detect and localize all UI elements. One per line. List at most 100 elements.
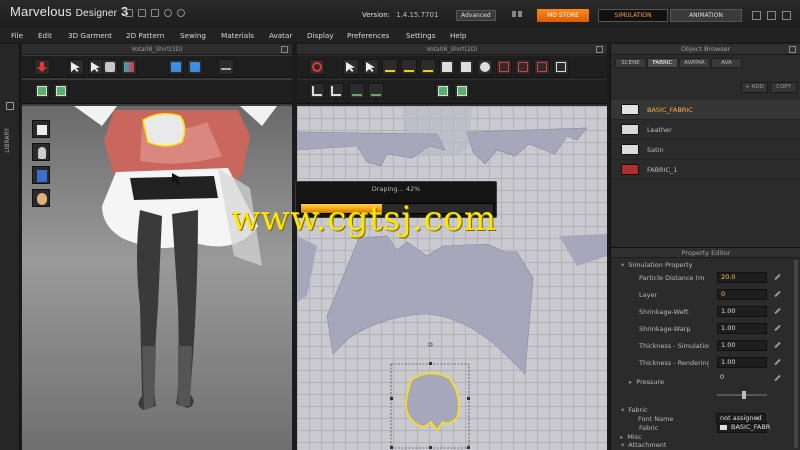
fabric-item-fabric-1[interactable]: FABRIC_1 xyxy=(611,160,800,180)
toolbar-3d-row2 xyxy=(22,80,292,104)
tab-fabric[interactable]: FABRIC xyxy=(647,58,678,68)
pressure-value[interactable]: 0 xyxy=(717,373,767,384)
fold-garment-icon[interactable] xyxy=(187,59,203,75)
pressure-slider-knob[interactable] xyxy=(742,391,747,399)
viewport-3d[interactable] xyxy=(22,106,292,450)
menu-edit[interactable]: Edit xyxy=(38,31,68,40)
section-misc[interactable]: Misc xyxy=(620,433,641,441)
pick-value-icon[interactable] xyxy=(773,290,780,298)
pin-icon[interactable] xyxy=(596,46,603,53)
section-attachment[interactable]: Attachment xyxy=(621,441,666,449)
pick-value-icon[interactable] xyxy=(773,341,780,349)
menu-materials[interactable]: Materials xyxy=(221,31,269,40)
menu-preferences[interactable]: Preferences xyxy=(347,31,406,40)
edit-curvature-icon[interactable] xyxy=(382,59,398,75)
polygon-icon[interactable] xyxy=(439,59,455,75)
close-icon[interactable] xyxy=(782,11,791,20)
rectangle-icon[interactable] xyxy=(458,59,474,75)
select-move-icon[interactable] xyxy=(68,59,84,75)
mirror-pattern-icon[interactable] xyxy=(328,83,344,99)
tab-avatar-2[interactable]: AVA xyxy=(711,58,742,68)
copy-fabric-button[interactable]: COPY xyxy=(770,82,797,93)
undo-icon[interactable] xyxy=(164,9,172,17)
notch-icon[interactable] xyxy=(349,83,365,99)
show-pattern-icon[interactable] xyxy=(435,83,451,99)
viewport-2d[interactable] xyxy=(297,106,607,450)
pick-value-icon[interactable] xyxy=(773,358,780,366)
open-folder-icon[interactable] xyxy=(138,9,146,17)
chevron-down-icon[interactable]: ▾ xyxy=(756,415,759,422)
library-icon[interactable] xyxy=(6,102,14,110)
simulation-mode-button[interactable]: SIMULATION xyxy=(598,9,668,22)
fabric-item-satin[interactable]: Satin xyxy=(611,140,800,160)
free-sewing-icon[interactable] xyxy=(534,59,550,75)
section-simulation-property[interactable]: Simulation Property xyxy=(621,261,692,269)
garment-pin-icon[interactable] xyxy=(102,59,118,75)
avatar-pants-icon[interactable] xyxy=(32,166,50,184)
redo-icon[interactable] xyxy=(177,9,185,17)
edition-badge: Advanced xyxy=(456,10,496,21)
add-point-icon[interactable] xyxy=(401,59,417,75)
trace-pattern-icon[interactable] xyxy=(309,83,325,99)
seam-line-icon[interactable] xyxy=(496,59,512,75)
window-3d-title: Vota08_Shirt(3D) xyxy=(131,46,183,53)
fabric-item-basic-fabric[interactable]: BASIC_FABRIC xyxy=(611,100,800,120)
version-value: 1.4.15.7701 xyxy=(396,11,439,19)
save-icon[interactable] xyxy=(151,9,159,17)
library-label[interactable]: LIBRARY xyxy=(4,128,11,153)
draping-label: Draping... 42% xyxy=(371,185,421,193)
prop-value-input[interactable]: 1.00 xyxy=(717,357,767,368)
property-scrollbar[interactable] xyxy=(794,260,798,448)
library-strip[interactable]: LIBRARY xyxy=(0,44,20,450)
menu-help[interactable]: Help xyxy=(450,31,466,40)
refresh-pattern-icon[interactable] xyxy=(309,59,325,75)
edit-pattern-icon[interactable] xyxy=(363,59,379,75)
tuck-garment-icon[interactable] xyxy=(121,59,137,75)
tape-icon[interactable] xyxy=(218,59,234,75)
show-avatar-icon[interactable] xyxy=(34,83,50,99)
animation-mode-button[interactable]: ANIMATION xyxy=(670,9,742,22)
maximize-icon[interactable] xyxy=(767,11,776,20)
edit-sewing-icon[interactable] xyxy=(553,59,569,75)
fabric-swatch xyxy=(621,124,639,135)
show-garment-icon[interactable] xyxy=(53,83,69,99)
pick-value-icon[interactable] xyxy=(773,374,780,382)
menu-avatar[interactable]: Avatar xyxy=(269,31,307,40)
internal-line-icon[interactable] xyxy=(420,59,436,75)
pin-icon[interactable] xyxy=(789,46,796,53)
prop-value-input[interactable]: 1.00 xyxy=(717,306,767,317)
avatar-face-icon[interactable] xyxy=(32,189,50,207)
menu-display[interactable]: Display xyxy=(307,31,347,40)
menu-settings[interactable]: Settings xyxy=(406,31,450,40)
avatar-tshirt-icon[interactable] xyxy=(32,120,50,138)
fabric-item-leather[interactable]: Leather xyxy=(611,120,800,140)
tab-avatar[interactable]: AVATAR xyxy=(679,58,710,68)
menu-sewing[interactable]: Sewing xyxy=(180,31,221,40)
transform-pattern-icon[interactable] xyxy=(343,59,359,75)
menu-3d-garment[interactable]: 3D Garment xyxy=(68,31,126,40)
pick-value-icon[interactable] xyxy=(773,324,780,332)
pin-icon[interactable] xyxy=(281,46,288,53)
md-store-button[interactable]: MD STORE xyxy=(537,9,589,22)
prop-value-input[interactable]: 1.00 xyxy=(717,340,767,351)
minimize-icon[interactable] xyxy=(752,11,761,20)
tab-scene[interactable]: SCENE xyxy=(615,58,646,68)
show-pattern-alt-icon[interactable] xyxy=(454,83,470,99)
menu-2d-pattern[interactable]: 2D Pattern xyxy=(126,31,180,40)
circle-icon[interactable] xyxy=(477,59,493,75)
fold-arrange-icon[interactable] xyxy=(168,59,184,75)
pressure-slider[interactable] xyxy=(717,391,767,399)
pick-value-icon[interactable] xyxy=(773,273,780,281)
prop-value-input[interactable]: 0 xyxy=(717,289,767,300)
stats-icon[interactable] xyxy=(512,11,524,19)
simulate-arrow-icon[interactable] xyxy=(34,59,50,75)
add-fabric-button[interactable]: + ADD xyxy=(741,82,768,93)
menu-file[interactable]: File xyxy=(11,31,38,40)
fold-line-icon[interactable] xyxy=(368,83,384,99)
avatar-head-icon[interactable] xyxy=(32,143,50,161)
new-file-icon[interactable] xyxy=(125,9,133,17)
prop-value-input[interactable]: 20.0 xyxy=(717,272,767,283)
prop-value-input[interactable]: 1.00 xyxy=(717,323,767,334)
segment-sewing-icon[interactable] xyxy=(515,59,531,75)
pick-value-icon[interactable] xyxy=(773,307,780,315)
